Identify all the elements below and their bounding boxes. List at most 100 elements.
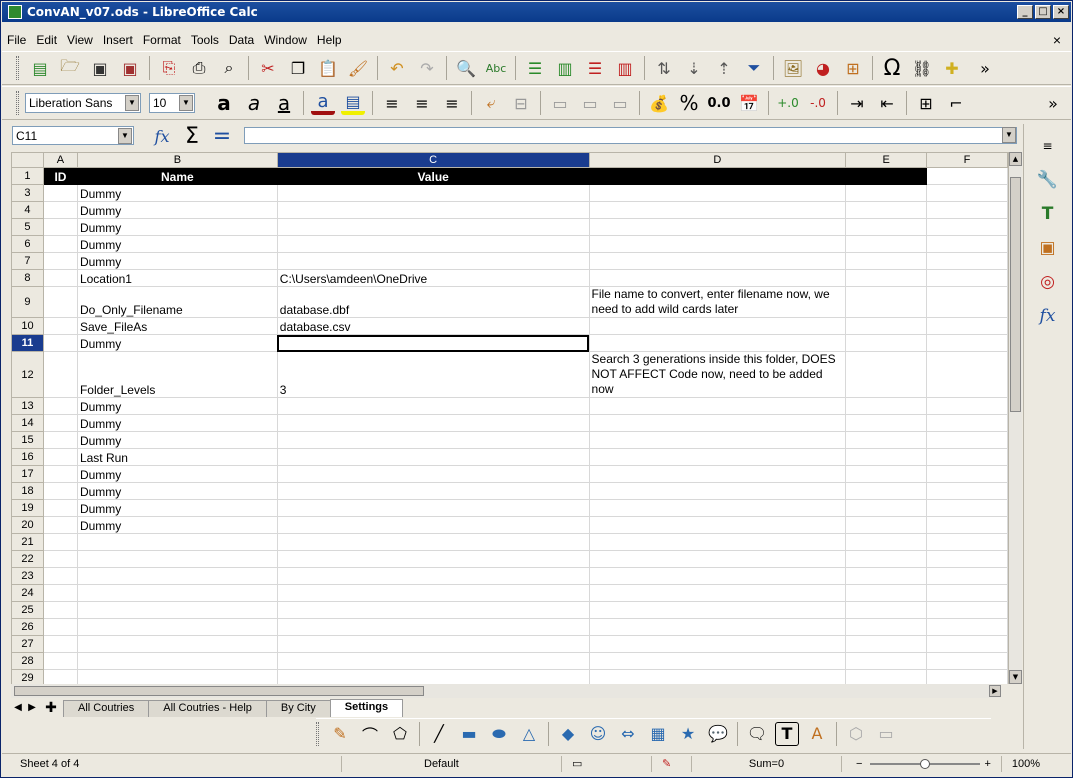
toolbar-overflow-icon[interactable]: » bbox=[973, 56, 997, 80]
decrease-indent-icon[interactable]: ⇤ bbox=[875, 91, 899, 115]
cell-e20[interactable] bbox=[845, 516, 928, 534]
cell-b13[interactable]: Dummy bbox=[77, 397, 278, 415]
cell-b17[interactable]: Dummy bbox=[77, 465, 278, 483]
cell-a11[interactable] bbox=[43, 334, 78, 352]
cell-a4[interactable] bbox=[43, 201, 78, 219]
cell-a22[interactable] bbox=[43, 550, 78, 568]
cell-b18[interactable]: Dummy bbox=[77, 482, 278, 500]
cell-e10[interactable] bbox=[845, 317, 928, 335]
block-arrows-icon[interactable]: ⇔ bbox=[616, 722, 640, 746]
cell-e19[interactable] bbox=[845, 499, 928, 517]
cell-c17[interactable] bbox=[277, 465, 590, 483]
cell-c3[interactable] bbox=[277, 184, 590, 202]
cell-f16[interactable] bbox=[926, 448, 1008, 466]
cell-b8[interactable]: Location1 bbox=[77, 269, 278, 287]
column-header-b[interactable]: B bbox=[76, 152, 278, 168]
menu-view[interactable]: View bbox=[62, 33, 98, 47]
cell-c21[interactable] bbox=[277, 533, 590, 551]
cell-e22[interactable] bbox=[845, 550, 928, 568]
horizontal-scrollbar[interactable]: ▶ bbox=[11, 684, 1001, 698]
sort-icon[interactable]: ⇅ bbox=[652, 56, 676, 80]
cell-c13[interactable] bbox=[277, 397, 590, 415]
sheet-tab-all-coutries[interactable]: All Coutries bbox=[63, 700, 150, 717]
cell-d25[interactable] bbox=[589, 601, 847, 619]
row-header[interactable]: 16 bbox=[11, 448, 44, 466]
sheet-tab-settings[interactable]: Settings bbox=[329, 699, 404, 717]
align-middle-icon[interactable]: ▭ bbox=[578, 91, 602, 115]
cell-e5[interactable] bbox=[845, 218, 928, 236]
cell-c6[interactable] bbox=[277, 235, 590, 253]
triangle-icon[interactable]: △ bbox=[517, 722, 541, 746]
cell-e11[interactable] bbox=[845, 334, 928, 352]
currency-format-icon[interactable]: 💰 bbox=[647, 91, 671, 115]
column-header-c[interactable]: C bbox=[276, 152, 590, 168]
minimize-button[interactable]: _ bbox=[1017, 5, 1033, 19]
maximize-button[interactable]: □ bbox=[1035, 5, 1051, 19]
tab-next-icon[interactable]: ▶ bbox=[25, 699, 39, 717]
spelling-icon[interactable]: Abc bbox=[484, 56, 508, 80]
column-header-f[interactable]: F bbox=[926, 152, 1008, 168]
date-format-icon[interactable]: 📅 bbox=[737, 91, 761, 115]
menu-window[interactable]: Window bbox=[259, 33, 312, 47]
percent-format-icon[interactable]: % bbox=[677, 91, 701, 115]
spreadsheet-grid[interactable]: ABCDEF 1 ID Name Value 3 Dummy 4 Dummy 5 Dummy 6 Du… bbox=[11, 152, 1008, 684]
function-wizard-icon[interactable]: fx bbox=[150, 124, 174, 148]
row-header[interactable]: 4 bbox=[11, 201, 44, 219]
cell-a3[interactable] bbox=[43, 184, 78, 202]
cell-c29[interactable] bbox=[277, 669, 590, 684]
cell-e12[interactable] bbox=[845, 351, 928, 398]
cell-b3[interactable]: Dummy bbox=[77, 184, 278, 202]
font-size-box[interactable]: 10 ▼ bbox=[149, 93, 195, 113]
cell-f7[interactable] bbox=[926, 252, 1008, 270]
cell-a14[interactable] bbox=[43, 414, 78, 432]
cell-f21[interactable] bbox=[926, 533, 1008, 551]
row-header[interactable]: 3 bbox=[11, 184, 44, 202]
cell-b9[interactable]: Do_Only_Filename bbox=[77, 286, 278, 318]
cell-c20[interactable] bbox=[277, 516, 590, 534]
cell-f4[interactable] bbox=[926, 201, 1008, 219]
row-header[interactable]: 27 bbox=[11, 635, 44, 653]
cell-f24[interactable] bbox=[926, 584, 1008, 602]
cell-d14[interactable] bbox=[589, 414, 847, 432]
cell-e24[interactable] bbox=[845, 584, 928, 602]
cell-b19[interactable]: Dummy bbox=[77, 499, 278, 517]
cell-f6[interactable] bbox=[926, 235, 1008, 253]
cell-a17[interactable] bbox=[43, 465, 78, 483]
cell-a19[interactable] bbox=[43, 499, 78, 517]
sheet-tab-all-coutries-help[interactable]: All Coutries - Help bbox=[148, 700, 267, 717]
highlight-color-icon[interactable]: ▤ bbox=[341, 91, 365, 115]
cell-b28[interactable] bbox=[77, 652, 278, 670]
sheet-tab-by-city[interactable]: By City bbox=[265, 700, 331, 717]
toolbar-grip[interactable] bbox=[16, 91, 19, 115]
cell-f3[interactable] bbox=[926, 184, 1008, 202]
pencil-icon[interactable]: ✎ bbox=[328, 722, 352, 746]
cell-a9[interactable] bbox=[43, 286, 78, 318]
row-header[interactable]: 14 bbox=[11, 414, 44, 432]
row-header[interactable]: 6 bbox=[11, 235, 44, 253]
cell-a15[interactable] bbox=[43, 431, 78, 449]
cell-e4[interactable] bbox=[845, 201, 928, 219]
cell-b24[interactable] bbox=[77, 584, 278, 602]
cell-e21[interactable] bbox=[845, 533, 928, 551]
cell-c18[interactable] bbox=[277, 482, 590, 500]
column-header-e[interactable]: E bbox=[845, 152, 928, 168]
cell-e16[interactable] bbox=[845, 448, 928, 466]
cell-c16[interactable] bbox=[277, 448, 590, 466]
row-header[interactable]: 17 bbox=[11, 465, 44, 483]
glue-points-icon[interactable]: ▭ bbox=[874, 722, 898, 746]
zoom-knob[interactable] bbox=[920, 758, 931, 769]
cell-d20[interactable] bbox=[589, 516, 847, 534]
cell-b4[interactable]: Dummy bbox=[77, 201, 278, 219]
cell-a1[interactable]: ID bbox=[43, 167, 78, 185]
export-pdf-icon[interactable]: ⎘ bbox=[157, 56, 181, 80]
menu-help[interactable]: Help bbox=[312, 33, 347, 47]
new-document-icon[interactable]: ▤ bbox=[28, 56, 52, 80]
cell-c9[interactable]: database.dbf bbox=[277, 286, 590, 318]
scroll-thumb[interactable] bbox=[1010, 177, 1021, 412]
cell-e25[interactable] bbox=[845, 601, 928, 619]
menu-data[interactable]: Data bbox=[224, 33, 259, 47]
cell-a20[interactable] bbox=[43, 516, 78, 534]
cell-b15[interactable]: Dummy bbox=[77, 431, 278, 449]
open-folder-icon[interactable]: 🗁 bbox=[58, 56, 82, 80]
cell-a21[interactable] bbox=[43, 533, 78, 551]
